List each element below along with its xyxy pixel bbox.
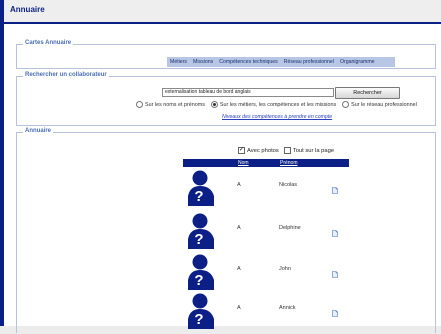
column-header-nom[interactable]: Nom bbox=[238, 160, 249, 166]
unknown-person-icon: ? bbox=[186, 211, 216, 249]
cell-prenom[interactable]: Delphine bbox=[279, 225, 301, 231]
cell-prenom[interactable]: John bbox=[279, 266, 291, 272]
table-header: Nom Prénom bbox=[183, 159, 349, 167]
radio-metiers-competences[interactable]: Sur les métiers, les compétences et les … bbox=[210, 101, 337, 108]
page-title: Annuaire bbox=[10, 5, 45, 14]
cell-prenom[interactable]: Nicolas bbox=[279, 182, 297, 188]
document-icon[interactable] bbox=[332, 304, 338, 317]
radio-indicator bbox=[136, 101, 143, 108]
page-frame: Annuaire Cartes Annuaire Métiers Mission… bbox=[0, 0, 441, 333]
cartes-section: Cartes Annuaire Métiers Missions Compéte… bbox=[16, 40, 436, 69]
cartes-tabs: Métiers Missions Compétences techniques … bbox=[167, 57, 395, 67]
unknown-person-icon: ? bbox=[186, 168, 216, 206]
document-icon[interactable] bbox=[332, 265, 338, 278]
checkbox-indicator bbox=[238, 146, 245, 154]
display-options: Avec photos Tout sur la page bbox=[238, 146, 335, 154]
radio-label: Sur le réseau professionnel bbox=[351, 101, 417, 108]
radio-indicator bbox=[342, 101, 350, 108]
radio-label: Sur les métiers, les compétences et les … bbox=[219, 101, 337, 108]
search-scope-options: Sur les noms et prénoms Sur les métiers,… bbox=[136, 101, 417, 108]
tab-reseau-professionnel[interactable]: Réseau professionnel bbox=[281, 59, 337, 65]
cell-nom: A bbox=[237, 225, 241, 231]
table-row[interactable]: ? A Annick bbox=[182, 291, 348, 329]
radio-noms-prenoms[interactable]: Sur les noms et prénoms bbox=[136, 101, 205, 108]
table-row[interactable]: ? A Delphine bbox=[182, 211, 348, 249]
tab-competences-techniques[interactable]: Compétences techniques bbox=[216, 59, 281, 65]
tab-metiers[interactable]: Métiers bbox=[167, 59, 190, 65]
column-header-prenom[interactable]: Prénom bbox=[280, 160, 298, 166]
unknown-person-icon: ? bbox=[186, 252, 216, 290]
tab-missions[interactable]: Missions bbox=[190, 59, 216, 65]
document-icon[interactable] bbox=[332, 181, 338, 194]
radio-label: Sur les noms et prénoms bbox=[145, 101, 205, 108]
left-accent-bar bbox=[0, 0, 4, 326]
svg-text:?: ? bbox=[194, 231, 203, 248]
radio-indicator bbox=[210, 101, 218, 108]
search-legend: Rechercher un collaborateur bbox=[23, 72, 109, 78]
search-button[interactable]: Rechercher bbox=[335, 87, 400, 99]
radio-reseau-professionnel[interactable]: Sur le réseau professionnel bbox=[342, 101, 417, 108]
cell-nom: A bbox=[237, 266, 241, 272]
checkbox-tout-sur-la-page[interactable]: Tout sur la page bbox=[283, 147, 335, 154]
unknown-person-icon: ? bbox=[186, 291, 216, 329]
search-input[interactable]: externalisation tableau de bord anglais bbox=[162, 88, 334, 97]
window-header: Annuaire bbox=[4, 0, 441, 24]
search-section: Rechercher un collaborateur externalisat… bbox=[16, 72, 436, 126]
tab-organigramme[interactable]: Organigramme bbox=[337, 59, 378, 65]
competence-levels-link[interactable]: Niveaux des compétences à prendre en com… bbox=[222, 114, 332, 120]
checkbox-label: Tout sur la page bbox=[292, 147, 335, 154]
svg-text:?: ? bbox=[194, 311, 203, 328]
cartes-legend: Cartes Annuaire bbox=[23, 40, 74, 46]
cell-nom: A bbox=[237, 305, 241, 311]
cell-prenom[interactable]: Annick bbox=[279, 305, 296, 311]
svg-text:?: ? bbox=[194, 272, 203, 289]
annuaire-legend: Annuaire bbox=[23, 128, 54, 134]
checkbox-label: Avec photos bbox=[247, 147, 279, 154]
cell-nom: A bbox=[237, 182, 241, 188]
table-row[interactable]: ? A Nicolas bbox=[182, 168, 348, 206]
checkbox-indicator bbox=[283, 147, 291, 154]
svg-text:?: ? bbox=[194, 188, 203, 205]
checkbox-avec-photos[interactable]: Avec photos bbox=[238, 146, 279, 154]
document-icon[interactable] bbox=[332, 224, 338, 237]
table-row[interactable]: ? A John bbox=[182, 252, 348, 290]
